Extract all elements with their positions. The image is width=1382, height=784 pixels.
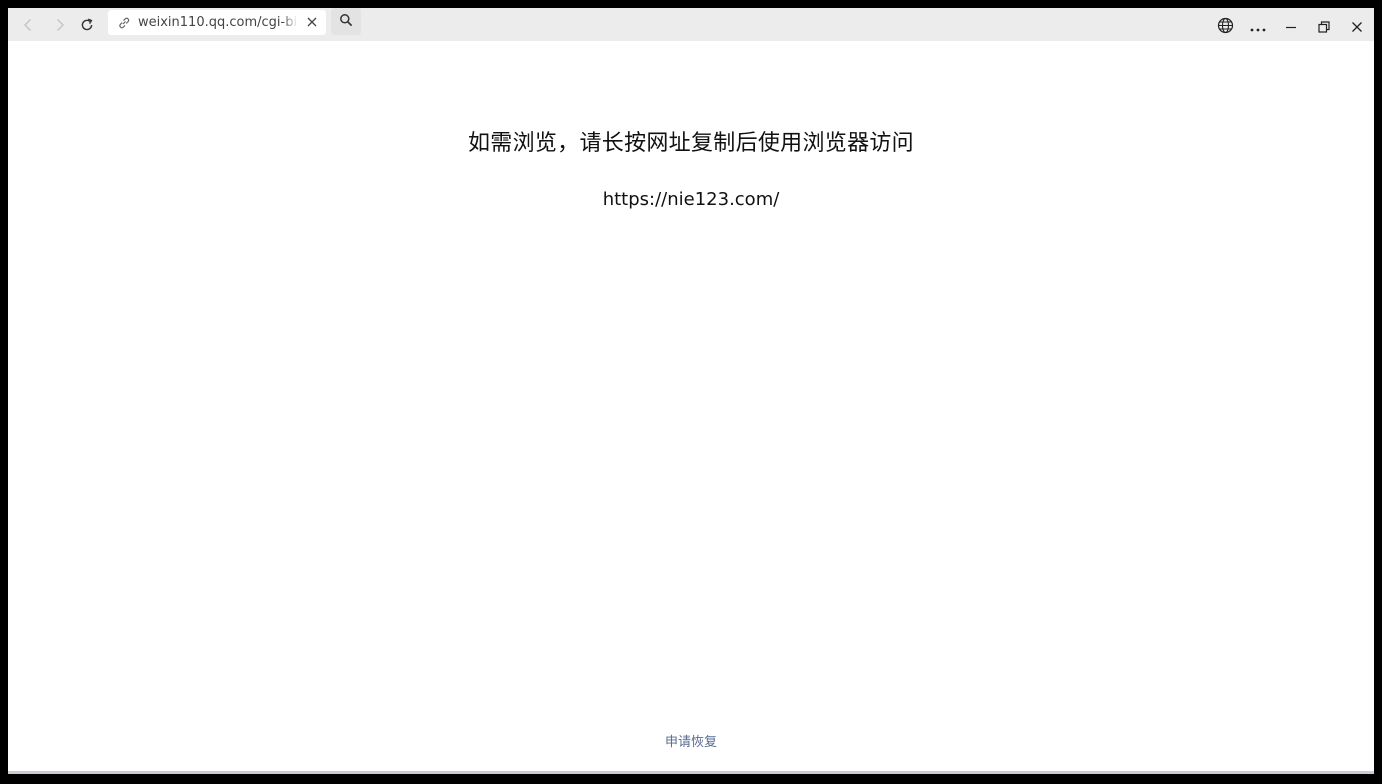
chevron-left-icon bbox=[20, 17, 36, 33]
language-button[interactable] bbox=[1210, 14, 1240, 40]
appeal-restore-link-wrapper: 申请恢复 bbox=[8, 731, 1374, 750]
link-icon bbox=[116, 15, 132, 31]
appeal-restore-link[interactable]: 申请恢复 bbox=[665, 735, 717, 750]
page-message: 如需浏览，请长按网址复制后使用浏览器访问 bbox=[467, 131, 914, 156]
more-icon bbox=[1250, 18, 1266, 37]
minimize-button[interactable] bbox=[1276, 14, 1306, 40]
globe-icon bbox=[1217, 17, 1234, 38]
reload-button[interactable] bbox=[71, 8, 103, 41]
clear-address-button[interactable] bbox=[304, 14, 320, 30]
restore-button[interactable] bbox=[1309, 14, 1339, 40]
address-text[interactable]: weixin110.qq.com/cgi-bin/mmspamsupport-b… bbox=[138, 15, 298, 30]
restore-icon bbox=[1318, 18, 1330, 37]
close-icon bbox=[1351, 18, 1363, 37]
bottom-divider bbox=[8, 771, 1374, 774]
more-button[interactable] bbox=[1243, 14, 1273, 40]
search-button[interactable] bbox=[331, 8, 361, 35]
chevron-right-icon bbox=[52, 17, 68, 33]
browser-window: weixin110.qq.com/cgi-bin/mmspamsupport-b… bbox=[8, 8, 1374, 774]
blocked-url[interactable]: https://nie123.com/ bbox=[8, 189, 1374, 210]
address-bar[interactable]: weixin110.qq.com/cgi-bin/mmspamsupport-b… bbox=[108, 10, 326, 35]
close-window-button[interactable] bbox=[1342, 14, 1372, 40]
page-content: 如需浏览，请长按网址复制后使用浏览器访问 https://nie123.com/… bbox=[8, 41, 1374, 774]
refresh-icon bbox=[79, 17, 95, 33]
close-icon bbox=[306, 13, 318, 32]
browser-toolbar: weixin110.qq.com/cgi-bin/mmspamsupport-b… bbox=[8, 8, 1374, 41]
search-icon bbox=[339, 12, 353, 31]
back-button[interactable] bbox=[12, 8, 44, 41]
minimize-icon bbox=[1285, 18, 1297, 37]
